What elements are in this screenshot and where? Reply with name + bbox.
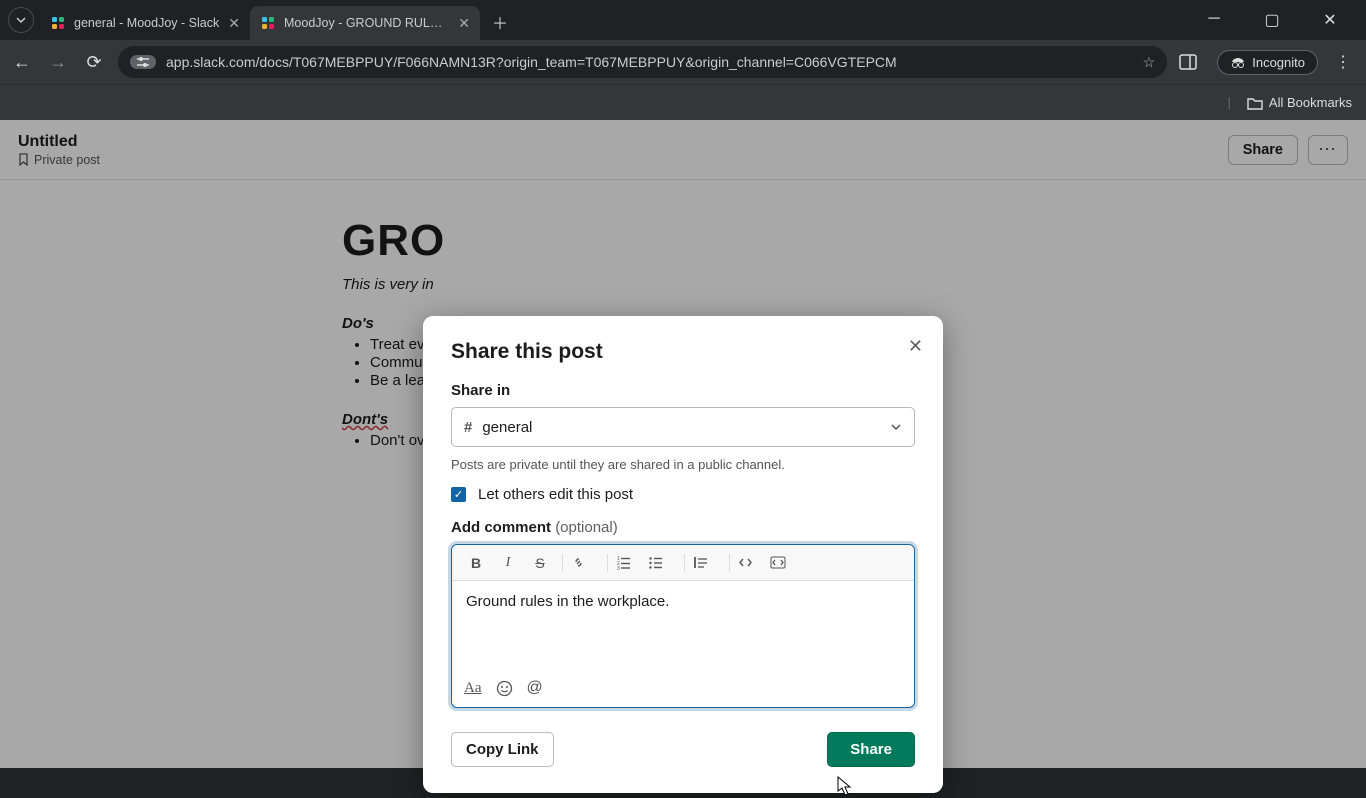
tab-close-icon[interactable]: ✕ <box>458 15 470 32</box>
share-in-select[interactable]: # general <box>451 407 915 447</box>
editor-footer: Aa @ <box>452 669 914 707</box>
site-settings-icon[interactable] <box>130 55 156 69</box>
panel-icon[interactable] <box>1179 54 1205 70</box>
hash-icon: # <box>464 419 472 436</box>
incognito-label: Incognito <box>1252 55 1305 70</box>
modal-close-button[interactable]: ✕ <box>908 336 923 357</box>
page-content: Untitled Private post Share ⋯ GRO This i… <box>0 120 1366 768</box>
emoji-button[interactable] <box>496 680 513 697</box>
window-close-icon[interactable]: ✕ <box>1310 10 1350 30</box>
copy-link-button[interactable]: Copy Link <box>451 732 554 767</box>
add-comment-text: Add comment <box>451 519 551 536</box>
link-button[interactable] <box>571 555 599 570</box>
ordered-list-button[interactable]: 123 <box>616 555 644 570</box>
toolbar-divider <box>684 554 685 572</box>
toolbar-divider <box>562 554 563 572</box>
toolbar-divider <box>729 554 730 572</box>
add-comment-optional: (optional) <box>555 519 618 536</box>
browser-toolbar: ← → ⟳ app.slack.com/docs/T067MEBPPUY/F06… <box>0 40 1366 84</box>
let-others-edit-label: Let others edit this post <box>478 486 633 503</box>
strikethrough-button[interactable]: S <box>526 555 554 571</box>
slack-favicon-icon <box>260 15 276 31</box>
tab-title: general - MoodJoy - Slack <box>74 16 220 30</box>
browser-tab[interactable]: general - MoodJoy - Slack ✕ <box>40 6 250 40</box>
tab-title: MoodJoy - GROUND RULES - S <box>284 16 450 30</box>
browser-titlebar: general - MoodJoy - Slack ✕ MoodJoy - GR… <box>0 0 1366 40</box>
italic-button[interactable]: I <box>494 555 522 571</box>
bookmarks-bar: | All Bookmarks <box>0 84 1366 120</box>
cursor-icon <box>835 776 853 798</box>
add-comment-label: Add comment (optional) <box>451 519 915 536</box>
tab-search-dropdown[interactable] <box>8 7 34 33</box>
tab-close-icon[interactable]: ✕ <box>228 15 240 32</box>
blockquote-button[interactable] <box>693 555 721 570</box>
comment-editor[interactable]: B I S 123 <box>451 544 915 708</box>
nav-back-icon[interactable]: ← <box>10 52 34 73</box>
incognito-icon <box>1230 55 1246 69</box>
checkbox-checked-icon[interactable]: ✓ <box>451 487 466 502</box>
incognito-chip[interactable]: Incognito <box>1217 50 1318 75</box>
share-hint: Posts are private until they are shared … <box>451 457 915 472</box>
nav-reload-icon[interactable]: ⟳ <box>82 52 106 73</box>
browser-menu-icon[interactable]: ⋮ <box>1330 52 1356 72</box>
share-post-modal: Share this post ✕ Share in # general Pos… <box>423 316 943 793</box>
nav-forward-icon[interactable]: → <box>46 52 70 73</box>
selected-channel: general <box>482 419 532 436</box>
address-bar[interactable]: app.slack.com/docs/T067MEBPPUY/F066NAMN1… <box>118 46 1167 78</box>
new-tab-button[interactable]: ＋ <box>486 8 514 36</box>
bullet-list-button[interactable] <box>648 555 676 570</box>
window-controls: ─ ▢ ✕ <box>1194 10 1358 30</box>
code-button[interactable] <box>738 555 766 570</box>
codeblock-button[interactable] <box>770 555 798 570</box>
browser-tab-active[interactable]: MoodJoy - GROUND RULES - S ✕ <box>250 6 480 40</box>
comment-textarea[interactable]: Ground rules in the workplace. <box>452 581 914 669</box>
share-button[interactable]: Share <box>827 732 915 767</box>
format-toggle-button[interactable]: Aa <box>464 680 482 697</box>
let-others-edit-row[interactable]: ✓ Let others edit this post <box>451 486 915 503</box>
modal-actions: Copy Link Share <box>451 732 915 767</box>
editor-toolbar: B I S 123 <box>452 545 914 581</box>
address-url: app.slack.com/docs/T067MEBPPUY/F066NAMN1… <box>166 54 1133 70</box>
svg-text:3: 3 <box>617 566 620 570</box>
modal-title: Share this post <box>451 340 915 364</box>
window-minimize-icon[interactable]: ─ <box>1194 10 1234 30</box>
window-maximize-icon[interactable]: ▢ <box>1252 10 1292 30</box>
chevron-down-icon <box>890 421 902 433</box>
bold-button[interactable]: B <box>462 555 490 571</box>
toolbar-divider <box>607 554 608 572</box>
bookmark-star-icon[interactable]: ☆ <box>1143 54 1156 71</box>
share-in-label: Share in <box>451 382 915 399</box>
all-bookmarks-button[interactable]: All Bookmarks <box>1269 95 1352 110</box>
slack-favicon-icon <box>50 15 66 31</box>
mention-button[interactable]: @ <box>527 679 543 697</box>
folder-icon <box>1247 96 1263 110</box>
